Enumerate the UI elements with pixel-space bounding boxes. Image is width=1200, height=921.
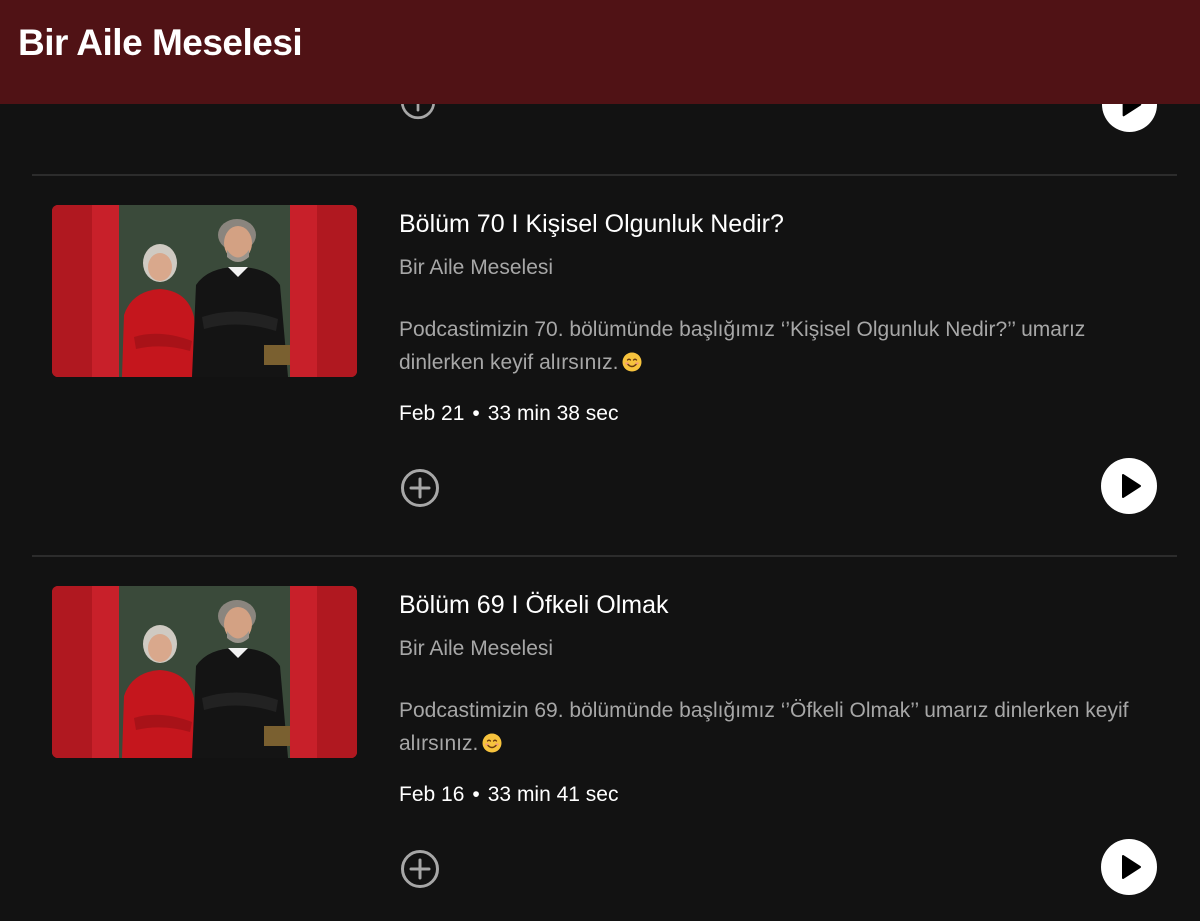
episode-description: Podcastimizin 70. bölümünde başlığımız ‘… bbox=[399, 318, 1086, 374]
episode-duration: 33 min 38 sec bbox=[487, 402, 619, 425]
podcast-page: Bir Aile Meselesi Bölüm 70 I Kişisel Olg… bbox=[0, 0, 1200, 921]
add-to-library-icon[interactable] bbox=[400, 468, 440, 508]
episode-date: Feb 21 bbox=[399, 402, 465, 425]
meta-separator: • bbox=[472, 783, 480, 806]
add-to-library-icon[interactable] bbox=[400, 849, 440, 889]
app-header: Bir Aile Meselesi bbox=[0, 0, 1200, 104]
episode-row[interactable]: Bölüm 70 I Kişisel Olgunluk Nedir? Bir A… bbox=[0, 176, 1200, 546]
episode-duration: 33 min 41 sec bbox=[487, 783, 619, 806]
episode-cover-image[interactable] bbox=[52, 586, 357, 758]
episode-title[interactable]: Bölüm 69 I Öfkeli Olmak bbox=[399, 591, 669, 620]
smiling-face-emoji-icon bbox=[622, 352, 642, 372]
episode-meta: Feb 16 • 33 min 41 sec bbox=[399, 783, 619, 807]
episode-date: Feb 16 bbox=[399, 783, 465, 806]
episode-meta: Feb 21 • 33 min 38 sec bbox=[399, 402, 619, 426]
page-title: Bir Aile Meselesi bbox=[18, 22, 303, 63]
smiling-face-emoji-icon bbox=[482, 733, 502, 753]
episode-title[interactable]: Bölüm 70 I Kişisel Olgunluk Nedir? bbox=[399, 210, 784, 239]
episode-row[interactable]: Bölüm 69 I Öfkeli Olmak Bir Aile Meseles… bbox=[0, 557, 1200, 921]
episode-show-name[interactable]: Bir Aile Meselesi bbox=[399, 256, 553, 280]
episode-description: Podcastimizin 69. bölümünde başlığımız ‘… bbox=[399, 699, 1129, 755]
meta-separator: • bbox=[472, 402, 480, 425]
episode-cover-image[interactable] bbox=[52, 205, 357, 377]
play-icon[interactable] bbox=[1101, 458, 1157, 514]
play-icon[interactable] bbox=[1101, 839, 1157, 895]
episode-show-name[interactable]: Bir Aile Meselesi bbox=[399, 637, 553, 661]
